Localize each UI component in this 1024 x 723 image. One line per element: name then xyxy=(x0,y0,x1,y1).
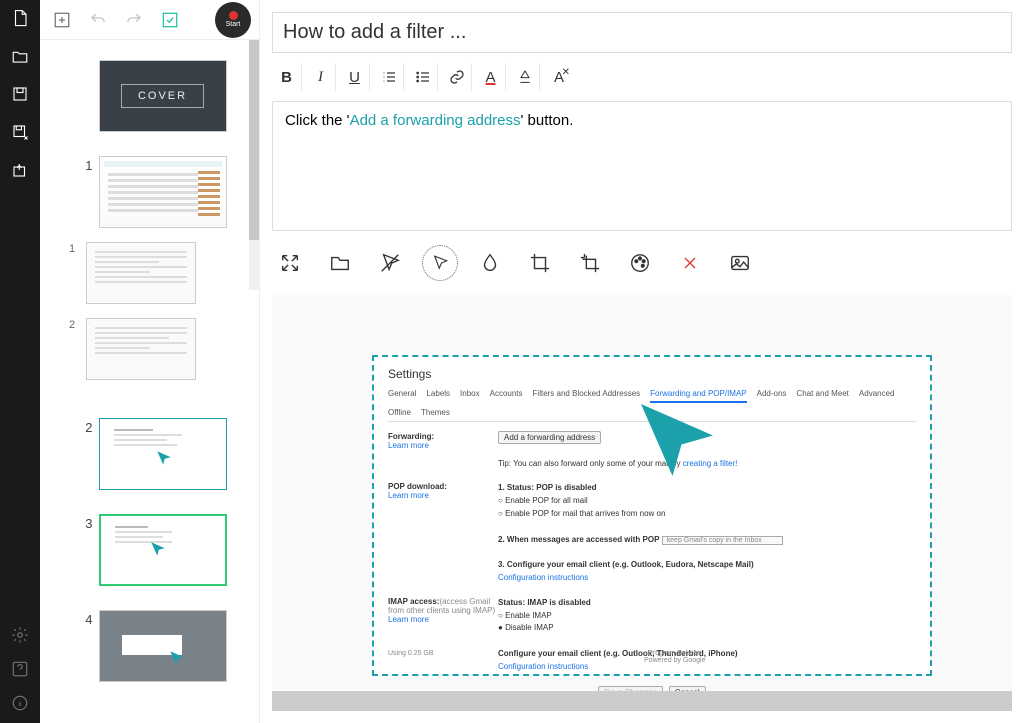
highlight-button[interactable] xyxy=(510,63,540,91)
cursor-marker-icon[interactable] xyxy=(632,395,722,485)
underline-button[interactable]: U xyxy=(340,63,370,91)
image-toolbar xyxy=(260,231,1024,295)
thumb-number: 4 xyxy=(73,610,99,627)
replace-image-icon[interactable] xyxy=(722,245,758,281)
save-icon[interactable] xyxy=(10,84,30,104)
save-as-icon[interactable] xyxy=(10,122,30,142)
step-title-input[interactable] xyxy=(272,12,1012,53)
thumbnails-panel: Start COVER 1 PREVIEW 1 2 2 xyxy=(40,0,260,723)
undo-button[interactable] xyxy=(84,6,112,34)
thumb-step-3[interactable] xyxy=(99,514,227,586)
crop-icon[interactable] xyxy=(522,245,558,281)
new-doc-icon[interactable] xyxy=(10,8,30,28)
thumb-step-1[interactable]: PREVIEW xyxy=(99,156,227,228)
expand-icon[interactable] xyxy=(272,245,308,281)
blur-icon[interactable] xyxy=(472,245,508,281)
text-color-button[interactable]: A xyxy=(476,63,506,91)
info-icon[interactable] xyxy=(10,693,30,713)
bold-button[interactable]: B xyxy=(272,63,302,91)
thumb-number: 1 xyxy=(73,156,99,173)
clear-format-button[interactable]: A✕ xyxy=(544,63,574,91)
cursor-tool-icon[interactable] xyxy=(422,245,458,281)
thumb-number: 2 xyxy=(73,418,99,435)
thumb-step-1-sub-1[interactable]: 1 xyxy=(86,242,196,304)
link-button[interactable] xyxy=(442,63,472,91)
color-picker-icon[interactable] xyxy=(622,245,658,281)
start-record-button[interactable]: Start xyxy=(215,2,251,38)
left-rail xyxy=(0,0,40,723)
step-description-area[interactable]: Click the 'Add a forwarding address' but… xyxy=(272,101,1012,231)
open-icon[interactable] xyxy=(10,46,30,66)
desc-text-suffix: ' button. xyxy=(521,112,574,129)
capture-button[interactable] xyxy=(156,6,184,34)
delete-image-icon[interactable] xyxy=(672,245,708,281)
thumb-step-4[interactable] xyxy=(99,610,227,682)
format-toolbar: B I U A A✕ xyxy=(260,59,1024,101)
thumb-step-1-sub-2[interactable]: 2 xyxy=(86,318,196,380)
thumb-step-2[interactable] xyxy=(99,418,227,490)
settings-icon[interactable] xyxy=(10,625,30,645)
thumb-cover[interactable]: COVER xyxy=(99,60,227,132)
export-icon[interactable] xyxy=(10,160,30,180)
crop-all-icon[interactable] xyxy=(572,245,608,281)
redo-button[interactable] xyxy=(120,6,148,34)
folder-icon[interactable] xyxy=(322,245,358,281)
thumb-number: 3 xyxy=(73,514,99,531)
help-icon[interactable] xyxy=(10,659,30,679)
italic-button[interactable]: I xyxy=(306,63,336,91)
thumbs-toolbar: Start xyxy=(40,0,259,40)
mock-settings-title: Settings xyxy=(388,367,916,381)
record-icon xyxy=(229,11,238,20)
screenshot-canvas[interactable]: Settings General Labels Inbox Accounts F… xyxy=(272,295,1012,711)
bullet-list-button[interactable] xyxy=(408,63,438,91)
mock-taskbar xyxy=(272,691,1012,711)
cover-label: COVER xyxy=(121,84,204,108)
numbered-list-button[interactable] xyxy=(374,63,404,91)
desc-link: Add a forwarding address xyxy=(350,112,521,129)
add-slide-button[interactable] xyxy=(48,6,76,34)
desc-text-prefix: Click the ' xyxy=(285,112,350,129)
start-label: Start xyxy=(226,21,241,28)
main-editor: B I U A A✕ Click the 'Add a forwarding a… xyxy=(260,0,1024,723)
mock-add-fwd-button: Add a forwarding address xyxy=(498,431,601,444)
no-cursor-icon[interactable] xyxy=(372,245,408,281)
